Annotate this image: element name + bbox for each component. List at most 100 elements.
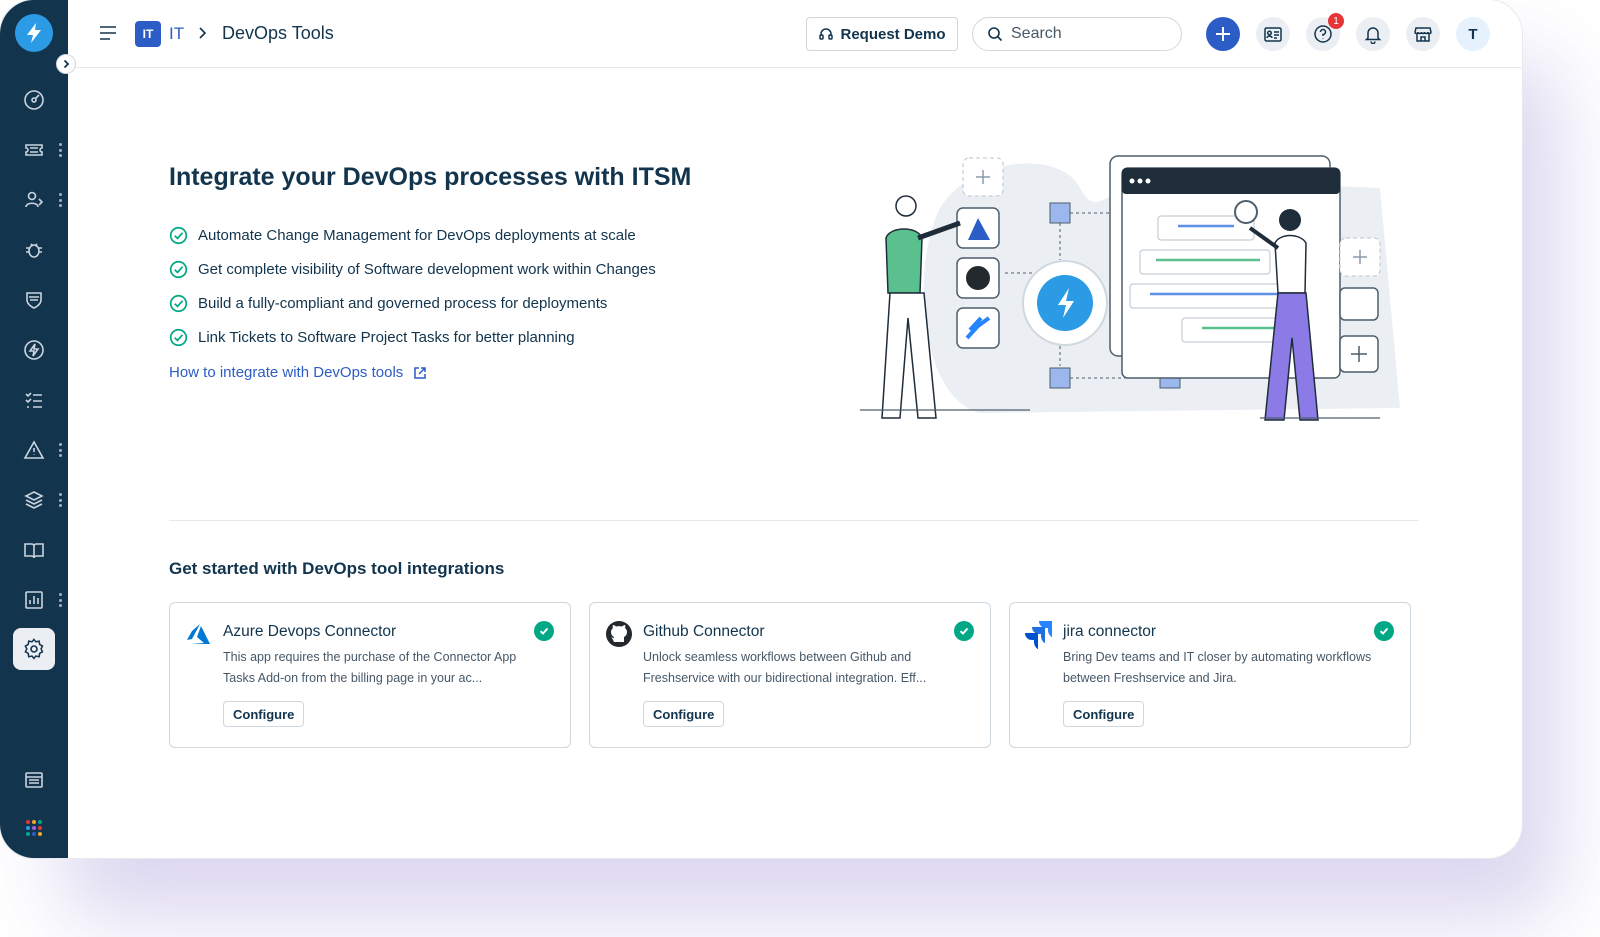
search-input[interactable]: Search — [972, 17, 1182, 51]
reports-icon — [25, 591, 43, 609]
external-link-icon — [414, 366, 427, 379]
check-circle-icon — [169, 328, 188, 346]
layers-icon — [24, 491, 44, 509]
bell-icon — [1364, 27, 1382, 44]
search-placeholder: Search — [1011, 25, 1062, 42]
request-demo-label: Request Demo — [840, 25, 946, 43]
headset-icon — [819, 28, 834, 40]
new-item-button[interactable] — [1206, 17, 1240, 51]
sidebar-item-dashboard[interactable] — [14, 80, 54, 120]
installed-check-icon — [534, 621, 554, 641]
feature-text: Build a fully-compliant and governed pro… — [198, 294, 608, 312]
help-notification-badge: 1 — [1328, 13, 1344, 29]
sidebar-item-releases[interactable] — [14, 330, 54, 370]
sidebar-expand-button[interactable] — [56, 54, 76, 74]
github-icon — [604, 619, 634, 649]
card-description: This app requires the purchase of the Co… — [223, 650, 517, 685]
check-circle-icon — [169, 226, 188, 244]
sidebar-item-problems[interactable] — [14, 230, 54, 270]
sidebar-more-alerts[interactable] — [58, 443, 62, 457]
integrations-section-title: Get started with DevOps tool integration… — [169, 559, 505, 578]
menu-toggle-button[interactable] — [98, 24, 118, 42]
card-description: Bring Dev teams and IT closer by automat… — [1063, 650, 1372, 685]
hero-title: Integrate your DevOps processes with ITS… — [169, 163, 692, 191]
sidebar-item-reports[interactable] — [14, 580, 54, 620]
sidebar-more-reports[interactable] — [58, 593, 62, 607]
help-button[interactable]: 1 — [1306, 13, 1344, 51]
integration-card-github[interactable]: Github Connector Unlock seamless workflo… — [589, 602, 991, 748]
sidebar — [0, 0, 68, 858]
configure-button[interactable]: Configure — [223, 701, 305, 727]
azure-devops-icon — [184, 619, 214, 649]
dashboard-icon — [24, 90, 44, 110]
hamburger-icon — [100, 26, 116, 40]
sidebar-item-changes[interactable] — [14, 280, 54, 320]
alert-icon — [23, 440, 45, 459]
configure-button[interactable]: Configure — [643, 701, 725, 727]
apps-grid-icon — [26, 820, 42, 836]
feature-text: Link Tickets to Software Project Tasks f… — [198, 328, 575, 346]
notifications-button[interactable] — [1356, 17, 1390, 51]
breadcrumb-workspace-link[interactable]: IT — [169, 24, 184, 44]
integration-guide-link[interactable]: How to integrate with DevOps tools — [169, 364, 427, 381]
feature-list: Automate Change Management for DevOps de… — [169, 218, 656, 354]
card-title: jira connector — [1063, 623, 1157, 640]
book-icon — [24, 543, 44, 559]
feature-item: Link Tickets to Software Project Tasks f… — [169, 320, 656, 354]
catalog-button[interactable] — [1256, 17, 1290, 51]
card-title: Azure Devops Connector — [223, 623, 397, 640]
sidebar-more-users[interactable] — [58, 193, 62, 207]
chevron-right-icon — [63, 59, 70, 69]
section-divider — [169, 520, 1419, 521]
marketplace-button[interactable] — [1406, 17, 1440, 51]
plus-icon — [1216, 27, 1230, 41]
card-description: Unlock seamless workflows between Github… — [643, 650, 927, 685]
integration-card-azure[interactable]: Azure Devops Connector This app requires… — [169, 602, 571, 748]
check-circle-icon — [169, 294, 188, 312]
sidebar-item-settings[interactable] — [13, 628, 55, 670]
top-header: IT IT DevOps Tools Request Demo Search 1… — [68, 0, 1522, 68]
contact-card-icon — [1264, 27, 1282, 42]
feature-text: Automate Change Management for DevOps de… — [198, 226, 636, 244]
feature-text: Get complete visibility of Software deve… — [198, 260, 656, 278]
sidebar-item-solutions[interactable] — [14, 530, 54, 570]
bolt-icon — [24, 340, 44, 360]
breadcrumb-chevron-icon — [199, 27, 207, 39]
feature-item: Get complete visibility of Software deve… — [169, 252, 656, 286]
ticket-icon — [25, 144, 43, 156]
app-window: IT IT DevOps Tools Request Demo Search 1… — [0, 0, 1522, 858]
sidebar-item-tickets[interactable] — [14, 130, 54, 170]
installed-check-icon — [954, 621, 974, 641]
feature-item: Automate Change Management for DevOps de… — [169, 218, 656, 252]
workspace-badge: IT — [135, 21, 161, 47]
user-avatar[interactable]: T — [1456, 17, 1490, 51]
configure-button[interactable]: Configure — [1063, 701, 1145, 727]
request-demo-button[interactable]: Request Demo — [806, 17, 958, 51]
settings-icon — [24, 638, 44, 660]
integration-card-jira[interactable]: jira connector Bring Dev teams and IT cl… — [1009, 602, 1411, 748]
sidebar-more-tickets[interactable] — [58, 143, 62, 157]
users-icon — [25, 191, 44, 208]
sidebar-item-users[interactable] — [14, 180, 54, 220]
sidebar-item-apps[interactable] — [14, 808, 54, 848]
sidebar-more-assets[interactable] — [58, 493, 62, 507]
installed-check-icon — [1374, 621, 1394, 641]
sidebar-item-assets[interactable] — [14, 480, 54, 520]
card-title: Github Connector — [643, 623, 765, 640]
catalog-icon — [25, 772, 43, 788]
page-title: DevOps Tools — [222, 23, 334, 43]
sidebar-item-catalog[interactable] — [14, 760, 54, 800]
bug-icon — [26, 243, 42, 258]
store-icon — [1414, 27, 1432, 42]
jira-icon — [1024, 619, 1054, 649]
tasks-icon — [25, 392, 42, 408]
devops-illustration — [860, 155, 1400, 421]
shield-icon — [26, 292, 42, 309]
sidebar-item-alerts[interactable] — [14, 430, 54, 470]
freshservice-logo-icon[interactable] — [15, 14, 53, 52]
search-icon — [988, 27, 1003, 42]
sidebar-item-tasks[interactable] — [14, 380, 54, 420]
feature-item: Build a fully-compliant and governed pro… — [169, 286, 656, 320]
check-circle-icon — [169, 260, 188, 278]
integration-guide-label: How to integrate with DevOps tools — [169, 364, 404, 381]
